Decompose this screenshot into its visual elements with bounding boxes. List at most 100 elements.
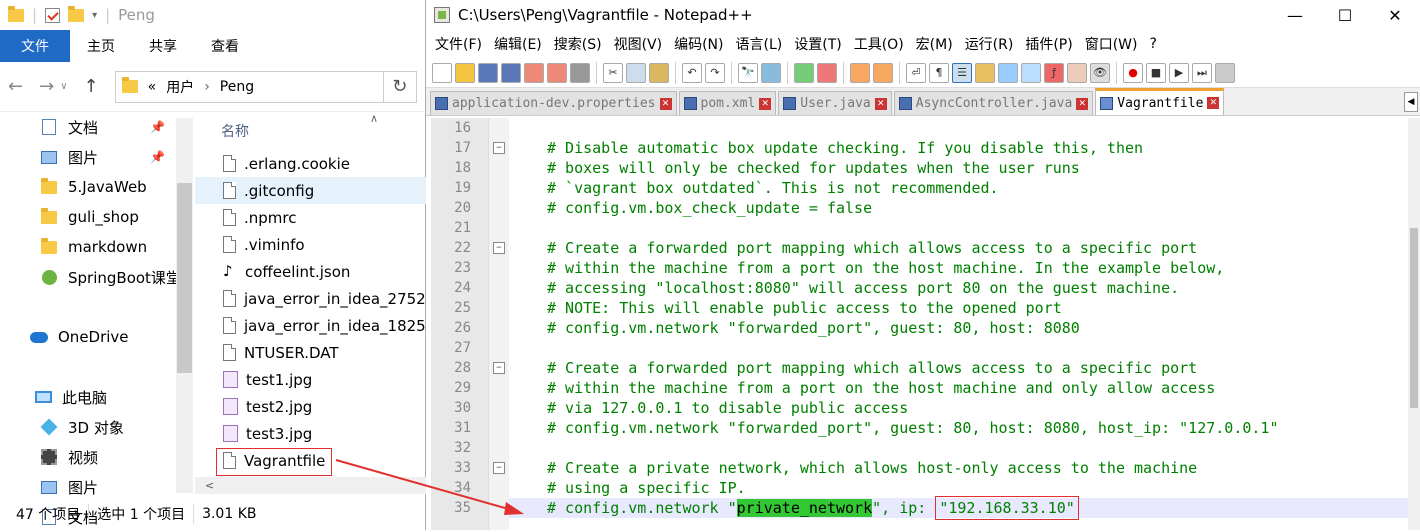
recent-dropdown-icon[interactable]: ∨ bbox=[60, 81, 67, 92]
nav-item[interactable]: 图片 📌 bbox=[0, 142, 195, 172]
folder-icon[interactable] bbox=[8, 5, 24, 22]
zoom-in-icon[interactable] bbox=[794, 62, 814, 83]
code-line[interactable]: 22 − # Create a forwarded port mapping whi… bbox=[454, 238, 1408, 258]
menu-item[interactable]: 搜索(S) bbox=[548, 34, 608, 54]
fold-toggle-icon[interactable]: − bbox=[493, 242, 505, 254]
close-file-icon[interactable] bbox=[524, 62, 544, 83]
file-row[interactable]: test3.jpg bbox=[195, 420, 426, 447]
word-wrap-icon[interactable]: ⏎ bbox=[906, 62, 926, 83]
scrollbar-thumb[interactable] bbox=[1410, 228, 1418, 408]
find-icon[interactable]: 🔭 bbox=[738, 62, 758, 83]
redo-icon[interactable]: ↷ bbox=[705, 62, 725, 83]
menu-item[interactable]: 工具(O) bbox=[848, 34, 910, 54]
undo-icon[interactable]: ↶ bbox=[682, 62, 702, 83]
menu-item[interactable]: 运行(R) bbox=[959, 34, 1020, 54]
print-icon[interactable] bbox=[570, 62, 590, 83]
code-line[interactable]: 26 # config.vm.network "forwarded_port", … bbox=[454, 318, 1408, 338]
menu-item[interactable]: 编辑(E) bbox=[488, 34, 548, 54]
menu-item[interactable]: 宏(M) bbox=[910, 34, 959, 54]
file-row[interactable]: .viminfo bbox=[195, 231, 426, 258]
file-row[interactable]: java_error_in_idea_2752. bbox=[195, 285, 426, 312]
fold-toggle-icon[interactable]: − bbox=[493, 142, 505, 154]
menu-item[interactable]: 设置(T) bbox=[788, 34, 847, 54]
vertical-scrollbar[interactable] bbox=[1408, 118, 1420, 530]
tab-close-icon[interactable]: ✕ bbox=[1207, 97, 1220, 109]
pin-icon[interactable]: 📌 bbox=[150, 120, 165, 134]
address-bar[interactable]: « 用户 › Peng bbox=[114, 70, 384, 103]
tab-application-dev-properties[interactable]: application-dev.properties ✕ bbox=[430, 91, 677, 115]
copy-icon[interactable] bbox=[626, 62, 646, 83]
code-line[interactable]: 31 # config.vm.network "forwarded_port", … bbox=[454, 418, 1408, 438]
tab-asynccontroller-java[interactable]: AsyncController.java ✕ bbox=[893, 91, 1094, 115]
forward-arrow-icon[interactable]: → bbox=[39, 76, 54, 97]
nav-item[interactable]: 5.JavaWeb bbox=[0, 172, 195, 202]
code-line[interactable]: 17 − # Disable automatic box update checki… bbox=[454, 138, 1408, 158]
file-row[interactable]: test2.jpg bbox=[195, 393, 426, 420]
doc-map-icon[interactable] bbox=[975, 62, 995, 83]
code-line[interactable]: 24 # accessing "localhost:8080" will acce… bbox=[454, 278, 1408, 298]
menu-item[interactable]: 插件(P) bbox=[1019, 34, 1078, 54]
code-line-current[interactable]: 35 # config.vm.network "private_network",… bbox=[454, 496, 1408, 520]
fold-toggle-icon[interactable]: − bbox=[493, 462, 505, 474]
horizontal-scrollbar[interactable]: < bbox=[195, 477, 426, 494]
menu-item[interactable]: ? bbox=[1144, 36, 1163, 52]
zoom-out-icon[interactable] bbox=[817, 62, 837, 83]
save-all-icon[interactable] bbox=[501, 62, 521, 83]
code-line[interactable]: 16 bbox=[454, 118, 1408, 138]
save-macro-icon[interactable] bbox=[1215, 62, 1235, 83]
ribbon-tab-view[interactable]: 查看 bbox=[194, 30, 256, 62]
code-line[interactable]: 18 # boxes will only be checked for updat… bbox=[454, 158, 1408, 178]
back-arrow-icon[interactable]: ← bbox=[8, 76, 23, 97]
menu-item[interactable]: 窗口(W) bbox=[1079, 34, 1144, 54]
new-folder-icon[interactable] bbox=[68, 5, 85, 22]
nav-item[interactable]: 视频 bbox=[0, 442, 195, 472]
nav-item[interactable]: markdown bbox=[0, 232, 195, 262]
file-row[interactable]: ♪ coffeelint.json bbox=[195, 258, 426, 285]
file-row[interactable]: test1.jpg bbox=[195, 366, 426, 393]
sync-vertical-icon[interactable] bbox=[850, 62, 870, 83]
nav-item[interactable]: 3D 对象 bbox=[0, 412, 195, 442]
close-icon[interactable]: ✕ bbox=[1370, 6, 1420, 25]
folder-workspace-icon[interactable] bbox=[1021, 62, 1041, 83]
save-icon[interactable] bbox=[478, 62, 498, 83]
tab-close-icon[interactable]: ✕ bbox=[874, 97, 887, 110]
fold-toggle-icon[interactable]: − bbox=[493, 362, 505, 374]
file-row[interactable]: .erlang.cookie bbox=[195, 150, 426, 177]
nav-scrollbar[interactable] bbox=[176, 118, 193, 493]
play-macro-icon[interactable]: ▶ bbox=[1169, 62, 1189, 83]
quick-access-dropdown-icon[interactable]: ▾ bbox=[92, 10, 97, 21]
show-all-chars-icon[interactable]: ¶ bbox=[929, 62, 949, 83]
tab-user-java[interactable]: User.java ✕ bbox=[778, 91, 892, 115]
nav-item[interactable]: SpringBoot课堂 bbox=[0, 262, 195, 292]
code-line[interactable]: 29 # within the machine from a port on th… bbox=[454, 378, 1408, 398]
up-arrow-icon[interactable]: ↑ bbox=[84, 76, 99, 97]
record-macro-icon[interactable]: ● bbox=[1123, 62, 1143, 83]
open-folder-icon[interactable] bbox=[1067, 62, 1087, 83]
code-line[interactable]: 34 # using a specific IP. bbox=[454, 478, 1408, 498]
nav-item[interactable]: guli_shop bbox=[0, 202, 195, 232]
nav-item[interactable]: 此电脑 bbox=[0, 382, 195, 412]
file-row[interactable]: .npmrc bbox=[195, 204, 426, 231]
menu-item[interactable]: 语言(L) bbox=[730, 34, 789, 54]
menu-item[interactable]: 编码(N) bbox=[668, 34, 729, 54]
menu-item[interactable]: 视图(V) bbox=[608, 34, 669, 54]
ribbon-tab-share[interactable]: 共享 bbox=[132, 30, 194, 62]
nav-item[interactable]: 文档 📌 bbox=[0, 112, 195, 142]
nav-item[interactable]: OneDrive bbox=[0, 322, 195, 352]
sync-horizontal-icon[interactable] bbox=[873, 62, 893, 83]
lang-icon[interactable]: ƒ bbox=[1044, 62, 1064, 83]
code-area[interactable]: 16 17 − # Disable automatic box update chec… bbox=[454, 118, 1408, 530]
tab-vagrantfile[interactable]: Vagrantfile ✕ bbox=[1095, 88, 1225, 115]
paste-icon[interactable] bbox=[649, 62, 669, 83]
breadcrumb-overflow[interactable]: « bbox=[148, 79, 157, 95]
code-line[interactable]: 20 # config.vm.box_check_update = false bbox=[454, 198, 1408, 218]
minimize-icon[interactable]: — bbox=[1270, 6, 1320, 25]
ribbon-tab-file[interactable]: 文件 bbox=[0, 30, 70, 62]
function-list-icon[interactable] bbox=[998, 62, 1018, 83]
code-line[interactable]: 27 bbox=[454, 338, 1408, 358]
code-line[interactable]: 25 # NOTE: This will enable public access… bbox=[454, 298, 1408, 318]
tab-close-icon[interactable]: ✕ bbox=[759, 97, 772, 110]
new-file-icon[interactable] bbox=[432, 62, 452, 83]
maximize-icon[interactable]: ☐ bbox=[1320, 6, 1370, 25]
code-line[interactable]: 21 bbox=[454, 218, 1408, 238]
